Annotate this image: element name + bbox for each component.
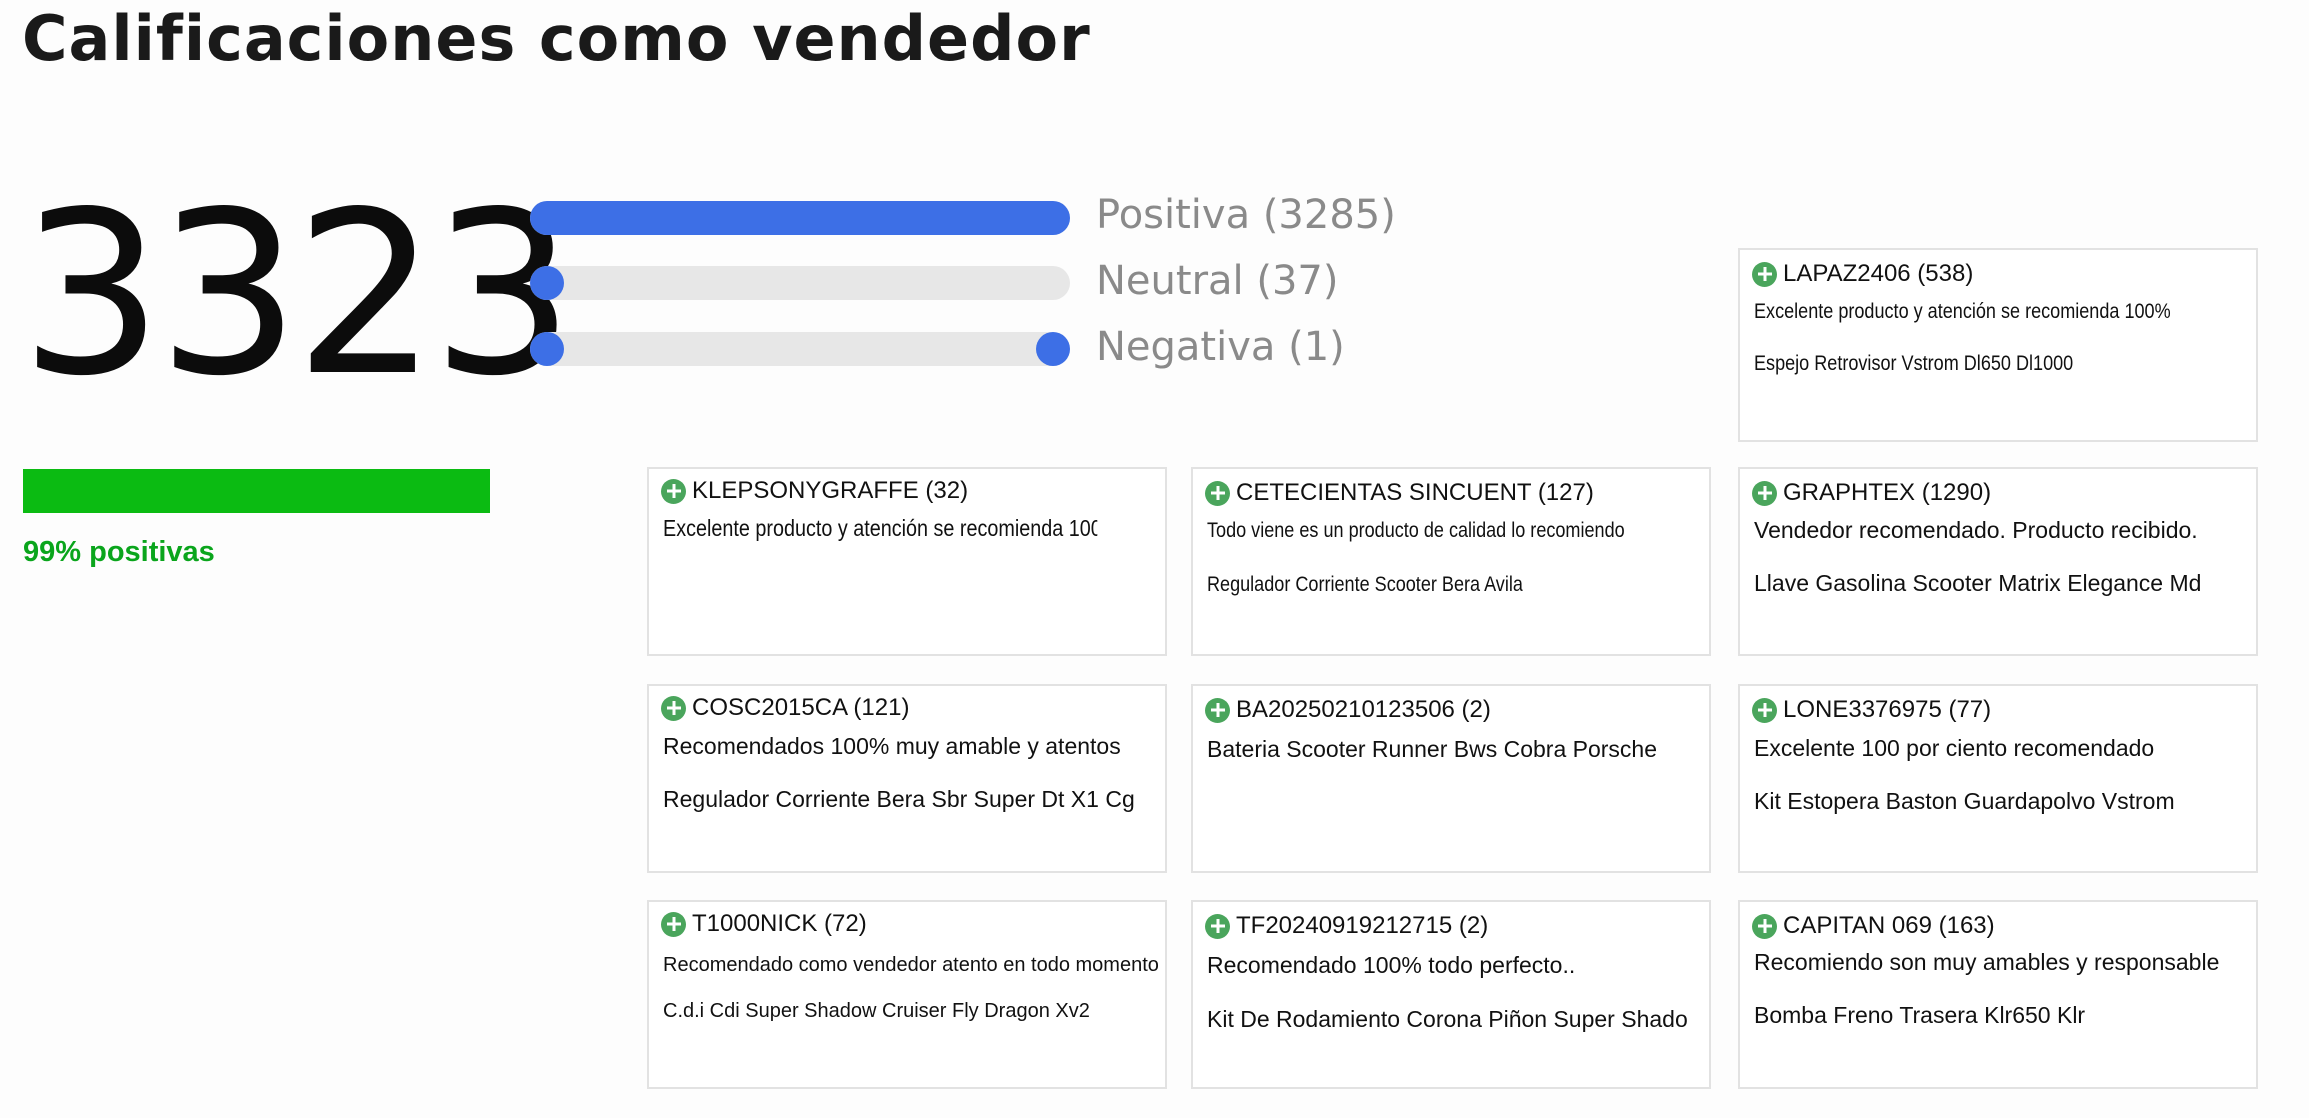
- review-comment: Vendedor recomendado. Producto recibido.: [1754, 517, 2198, 543]
- positive-bar-fill: [530, 201, 1070, 235]
- plus-circle-icon: [1205, 480, 1230, 506]
- review-card[interactable]: CAPITAN 069 (163) Recomiendo son muy ama…: [1738, 900, 2258, 1089]
- reviewer-name: GRAPHTEX (1290): [1783, 479, 1992, 506]
- review-card[interactable]: GRAPHTEX (1290) Vendedor recomendado. Pr…: [1738, 467, 2258, 656]
- reviewer-name: BA20250210123506 (2): [1236, 696, 1491, 723]
- neutral-label: Neutral (37): [1096, 258, 1339, 304]
- reviewer-name: CAPITAN 069 (163): [1783, 912, 1995, 939]
- reviewer-name: T1000NICK (72): [692, 910, 867, 937]
- review-product: Espejo Retrovisor Vstrom Dl650 Dl1000: [1754, 352, 2074, 375]
- review-comment: Recomendado como vendedor atento en todo…: [663, 954, 1159, 976]
- review-card[interactable]: CETECIENTAS SINCUENT (127) Todo viene es…: [1191, 467, 1711, 656]
- negative-bar-marker: [530, 332, 564, 366]
- review-comment: Excelente 100 por ciento recomendado: [1754, 735, 2155, 761]
- review-product: Regulador Corriente Scooter Bera Avila: [1207, 573, 1523, 596]
- review-card[interactable]: KLEPSONYGRAFFE (32) Excelente producto y…: [647, 467, 1167, 656]
- review-comment: Todo viene es un producto de calidad lo …: [1207, 519, 1625, 542]
- review-card[interactable]: T1000NICK (72) Recomendado como vendedor…: [647, 900, 1167, 1089]
- review-product: Bomba Freno Trasera Klr650 Klr: [1754, 1002, 2086, 1028]
- reviewer-name: TF20240919212715 (2): [1236, 912, 1489, 939]
- review-comment: Recomendados 100% muy amable y atentos: [663, 733, 1121, 759]
- review-card[interactable]: LONE3376975 (77) Excelente 100 por cient…: [1738, 684, 2258, 873]
- negative-bar-end-marker: [1036, 332, 1070, 366]
- review-card[interactable]: TF20240919212715 (2) Recomendado 100% to…: [1191, 900, 1711, 1089]
- review-comment: Recomendado 100% todo perfecto..: [1207, 952, 1576, 978]
- review-card[interactable]: COSC2015CA (121) Recomendados 100% muy a…: [647, 684, 1167, 873]
- review-product: Llave Gasolina Scooter Matrix Elegance M…: [1754, 570, 2202, 596]
- plus-circle-icon: [1205, 697, 1230, 723]
- reviewer-name: KLEPSONYGRAFFE (32): [692, 477, 969, 504]
- plus-circle-icon: [1752, 697, 1777, 723]
- plus-circle-icon: [1205, 913, 1230, 939]
- review-comment: Excelente producto y atención se recomie…: [663, 515, 1098, 541]
- plus-circle-icon: [661, 911, 686, 937]
- review-card[interactable]: BA20250210123506 (2) Bateria Scooter Run…: [1191, 684, 1711, 873]
- review-comment: Excelente producto y atención se recomie…: [1754, 300, 2171, 323]
- reviewer-name: LONE3376975 (77): [1783, 696, 1992, 723]
- review-comment: Recomiendo son muy amables y responsable: [1754, 949, 2220, 975]
- bar-track: [530, 266, 1070, 300]
- plus-circle-icon: [661, 478, 686, 504]
- total-ratings-count: 3323: [20, 164, 575, 426]
- reviewer-name: CETECIENTAS SINCUENT (127): [1236, 479, 1594, 506]
- positive-bar: [530, 201, 1070, 235]
- neutral-bar-marker: [530, 266, 564, 300]
- plus-circle-icon: [1752, 913, 1777, 939]
- reviewer-name: LAPAZ2406 (538): [1783, 260, 1974, 287]
- review-card[interactable]: LAPAZ2406 (538) Excelente producto y ate…: [1738, 248, 2258, 442]
- plus-circle-icon: [1752, 261, 1777, 287]
- negative-label: Negativa (1): [1096, 324, 1345, 370]
- neutral-bar: [530, 266, 1070, 300]
- plus-circle-icon: [661, 695, 686, 721]
- review-product: Kit Estopera Baston Guardapolvo Vstrom: [1754, 788, 2175, 814]
- reviewer-name: COSC2015CA (121): [692, 694, 910, 721]
- bar-track: [530, 332, 1070, 366]
- review-product: Kit De Rodamiento Corona Piñon Super Sha…: [1207, 1006, 1688, 1032]
- positive-percentage-label: 99% positivas: [23, 536, 215, 568]
- negative-bar: [530, 332, 1070, 366]
- page-title: Calificaciones como vendedor: [22, 2, 1091, 75]
- plus-circle-icon: [1752, 480, 1777, 506]
- review-comment: Bateria Scooter Runner Bws Cobra Porsche: [1207, 736, 1657, 762]
- positive-label: Positiva (3285): [1096, 192, 1396, 238]
- positive-percentage-bar: [23, 469, 490, 513]
- review-product: Regulador Corriente Bera Sbr Super Dt X1…: [663, 786, 1135, 812]
- review-product: C.d.i Cdi Super Shadow Cruiser Fly Drago…: [663, 1000, 1090, 1022]
